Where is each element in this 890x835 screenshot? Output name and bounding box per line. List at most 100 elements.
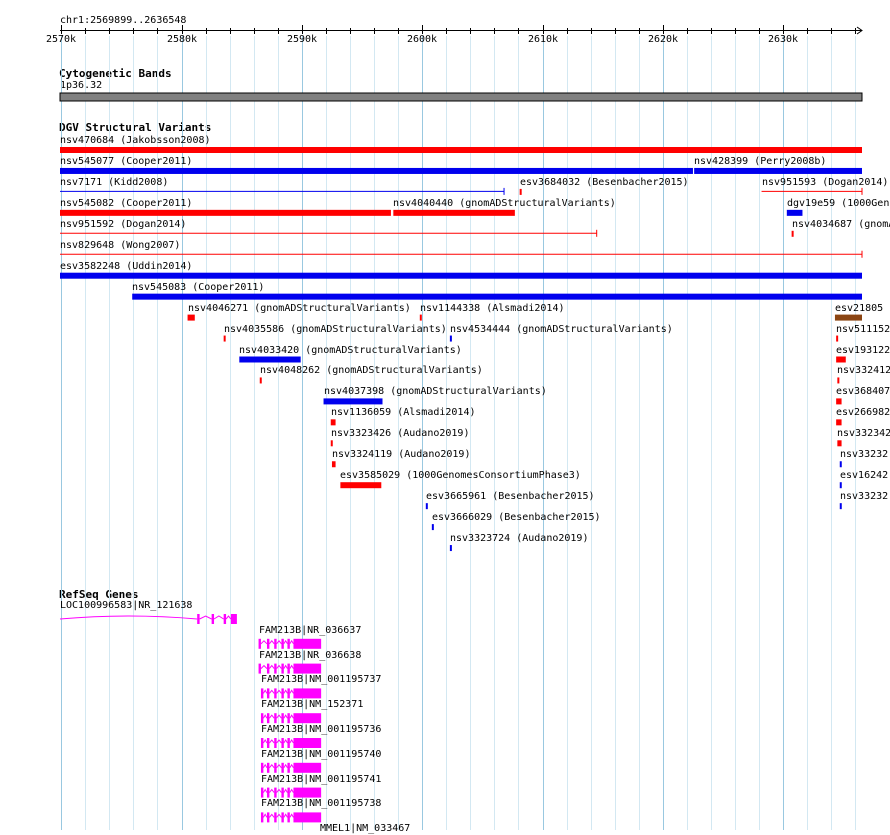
gene-intron [268, 689, 275, 694]
gene-intron [262, 714, 268, 719]
gene-exon [266, 738, 270, 748]
gene-exon [266, 812, 270, 823]
gene-intron [276, 739, 282, 744]
gene-exon [281, 738, 284, 748]
gene-label: LOC100996583|NR_121638 [60, 600, 193, 611]
dgv-feature-bar [419, 314, 422, 321]
gene-exon [293, 738, 322, 748]
gene-intron [283, 813, 288, 818]
gene-exon [197, 614, 200, 624]
gene-exon [274, 663, 277, 674]
dgv-feature-label: nsv332342 [837, 428, 890, 439]
gene-intron [276, 813, 282, 818]
dgv-feature-bar [60, 167, 693, 174]
gene-exon [274, 738, 277, 748]
ruler-tick-label: 2580k [166, 34, 198, 45]
gene-exon [258, 638, 261, 649]
gene-intron [289, 714, 294, 719]
ruler-tick-label: 2600k [406, 34, 438, 45]
ruler-tick-label: 2620k [647, 34, 679, 45]
dgv-feature-bar [836, 356, 846, 363]
gene-intron [276, 764, 282, 769]
dgv-feature-bar [60, 147, 862, 153]
gene-exon [266, 688, 270, 699]
gene-exon [274, 688, 277, 699]
gene-exon [287, 638, 290, 649]
gene-intron [289, 813, 294, 818]
gene-label: MMEL1|NM_033467 [320, 823, 411, 834]
dgv-feature-bar [60, 272, 862, 279]
dgv-feature-label: nsv33232 [840, 491, 889, 502]
dgv-feature-label: nsv4034687 (gnomA [792, 219, 890, 230]
gene-intron [262, 813, 268, 818]
dgv-feature-label: nsv545083 (Cooper2011) [132, 282, 265, 293]
dgv-feature-bar [330, 419, 336, 426]
dgv-feature-label: nsv4040440 (gnomADStructuralVariants) [393, 198, 616, 209]
dgv-feature-label: esv3665961 (Besenbacher2015) [426, 491, 595, 502]
dgv-feature-bar [259, 377, 262, 384]
dgv-feature-label: nsv4035586 (gnomADStructuralVariants) [224, 324, 447, 335]
gene-intron [260, 640, 268, 645]
gene-intron [262, 788, 268, 793]
gene-exon [293, 812, 322, 823]
dgv-feature-label: nsv3323426 (Audano2019) [331, 428, 470, 439]
dgv-feature-bar [330, 440, 333, 447]
dgv-feature-label: nsv3324119 (Audano2019) [332, 449, 471, 460]
gene-label: FAM213B|NM_001195736 [261, 724, 382, 735]
dgv-feature-label: nsv4534444 (gnomADStructuralVariants) [450, 324, 673, 335]
dgv-feature-bar [132, 293, 862, 300]
gene-intron [260, 664, 268, 669]
gene-exon [293, 663, 322, 674]
dgv-feature-bar [791, 230, 794, 237]
gene-exon [266, 663, 270, 674]
gene-exon [281, 787, 284, 798]
dgv-feature-label: nsv511152 [836, 324, 890, 335]
gene-exon [274, 812, 277, 823]
gene-intron [276, 788, 282, 793]
gene-exon [266, 638, 270, 649]
gene-exon [287, 787, 290, 798]
gene-exon [211, 614, 215, 624]
dgv-feature-label: dgv19e59 (1000Genomes [787, 198, 890, 209]
gene-intron [262, 763, 268, 769]
dgv-feature-label: esv3684032 (Besenbacher2015) [520, 177, 689, 188]
gene-exon [281, 688, 284, 699]
gene-exon [266, 762, 270, 773]
gene-exon [260, 787, 264, 798]
gene-intron [276, 640, 282, 645]
ruler-tick-label: 2630k [767, 34, 799, 45]
dgv-feature-label: nsv4048262 (gnomADStructuralVariants) [260, 365, 483, 376]
dgv-feature-bar [834, 314, 862, 321]
dgv-feature-label: nsv3323724 (Audano2019) [450, 533, 589, 544]
dgv-feature-label: nsv4033420 (gnomADStructuralVariants) [239, 345, 462, 356]
ruler-tick-label: 2570k [45, 34, 77, 45]
gene-exon [281, 762, 284, 773]
gene-exon [287, 663, 290, 674]
ruler-tick-label: 2610k [527, 34, 559, 45]
dgv-feature-label: nsv951593 (Dogan2014) [762, 177, 889, 188]
gene-model [260, 812, 322, 823]
gene-intron [268, 714, 275, 719]
gene-intron [283, 788, 288, 793]
dgv-feature-label: nsv470684 (Jakobsson2008) [60, 135, 211, 146]
gene-model [260, 762, 322, 773]
dgv-feature-bar [837, 377, 840, 384]
gene-exon [293, 762, 322, 773]
dgv-feature-bar [431, 524, 434, 531]
gene-intron [289, 763, 294, 769]
dgv-feature-bar [839, 503, 842, 510]
gene-model [260, 787, 322, 798]
dgv-feature-label: nsv829648 (Wong2007) [60, 240, 181, 251]
genome-browser: chr1:2569899..2636548 Cytogenetic Bands … [0, 0, 890, 834]
gene-intron [59, 615, 198, 620]
dgv-feature-bar [519, 188, 522, 195]
dgv-feature-bar [323, 398, 383, 405]
dgv-feature-label: esv3582248 (Uddin2014) [60, 261, 193, 272]
dgv-feature-bar [836, 335, 839, 342]
gene-intron [268, 788, 275, 793]
gene-exon [293, 713, 322, 724]
gene-exon [274, 762, 277, 773]
gene-exon [287, 738, 290, 748]
gene-exon [287, 688, 290, 699]
gene-model [260, 713, 322, 724]
